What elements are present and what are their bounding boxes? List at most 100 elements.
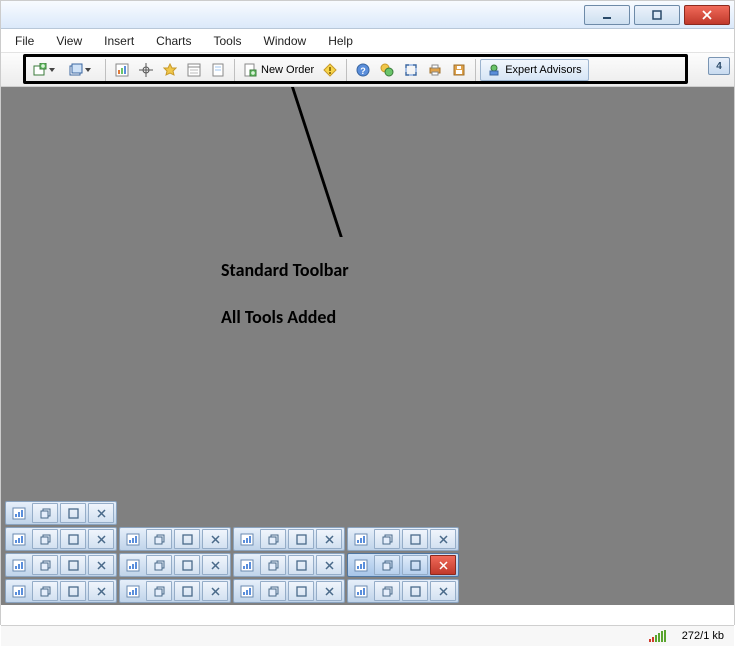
new-chart-button[interactable] <box>30 59 64 81</box>
restore-button[interactable] <box>146 529 172 549</box>
notifications-badge[interactable]: 4 <box>708 57 730 75</box>
menu-charts[interactable]: Charts <box>156 34 191 48</box>
restore-button[interactable] <box>146 555 172 575</box>
restore-button[interactable] <box>374 555 400 575</box>
close-button[interactable] <box>316 555 342 575</box>
print-icon <box>428 63 442 77</box>
alert-button[interactable] <box>319 59 341 81</box>
menu-window[interactable]: Window <box>264 34 307 48</box>
menu-tools[interactable]: Tools <box>214 34 242 48</box>
minimized-chart-window[interactable] <box>5 553 117 577</box>
save-button[interactable] <box>448 59 470 81</box>
favorites-icon <box>163 63 177 77</box>
annotation-text: Standard Toolbar All Tools Added <box>221 247 349 341</box>
navigator-button[interactable] <box>207 59 229 81</box>
new-order-label: New Order <box>261 64 314 76</box>
profiles-button[interactable] <box>66 59 100 81</box>
restore-button[interactable] <box>32 529 58 549</box>
close-button[interactable] <box>316 529 342 549</box>
restore-button[interactable] <box>260 581 286 601</box>
help-button[interactable]: ? <box>352 59 374 81</box>
maximize-button[interactable] <box>402 581 428 601</box>
maximize-button[interactable] <box>174 529 200 549</box>
restore-button[interactable] <box>32 555 58 575</box>
minimized-chart-window[interactable] <box>347 579 459 603</box>
menu-insert[interactable]: Insert <box>104 34 134 48</box>
market-watch-button[interactable] <box>111 59 133 81</box>
minimized-chart-window[interactable] <box>233 527 345 551</box>
close-button[interactable] <box>88 503 114 523</box>
maximize-button[interactable] <box>402 529 428 549</box>
restore-button[interactable] <box>260 555 286 575</box>
maximize-button[interactable] <box>402 555 428 575</box>
menu-help[interactable]: Help <box>328 34 353 48</box>
auto-trading-button[interactable] <box>376 59 398 81</box>
close-button[interactable] <box>88 529 114 549</box>
auto-trading-icon <box>380 63 394 77</box>
save-icon <box>452 63 466 77</box>
connection-icon <box>649 630 666 642</box>
minimized-chart-window[interactable] <box>233 579 345 603</box>
dropdown-icon <box>49 68 55 72</box>
maximize-button[interactable] <box>60 529 86 549</box>
menu-view[interactable]: View <box>56 34 82 48</box>
minimized-chart-window[interactable] <box>5 527 117 551</box>
maximize-button[interactable] <box>174 581 200 601</box>
restore-button[interactable] <box>32 503 58 523</box>
chart-window-icon <box>351 581 371 601</box>
data-window-icon <box>187 63 201 77</box>
toolbar-separator <box>234 59 235 81</box>
window-minimize-button[interactable] <box>584 5 630 25</box>
minimized-chart-window[interactable] <box>119 527 231 551</box>
minimized-chart-window[interactable] <box>5 501 117 525</box>
close-button[interactable] <box>316 581 342 601</box>
data-window-button[interactable] <box>183 59 205 81</box>
maximize-button[interactable] <box>174 555 200 575</box>
close-button[interactable] <box>430 555 456 575</box>
restore-button[interactable] <box>374 581 400 601</box>
maximize-button[interactable] <box>60 503 86 523</box>
minimized-chart-window[interactable] <box>233 553 345 577</box>
chart-window-icon <box>237 581 257 601</box>
minimized-chart-window[interactable] <box>5 579 117 603</box>
fullscreen-button[interactable] <box>400 59 422 81</box>
close-button[interactable] <box>430 529 456 549</box>
expert-advisors-button[interactable]: Expert Advisors <box>480 59 588 81</box>
restore-button[interactable] <box>374 529 400 549</box>
maximize-button[interactable] <box>288 529 314 549</box>
close-button[interactable] <box>202 555 228 575</box>
close-button[interactable] <box>430 581 456 601</box>
minimized-chart-window[interactable] <box>119 579 231 603</box>
menu-bar: File View Insert Charts Tools Window Hel… <box>1 29 734 53</box>
new-order-button[interactable]: New Order <box>239 59 318 81</box>
expert-advisors-label: Expert Advisors <box>505 64 581 76</box>
chart-window-icon <box>9 555 29 575</box>
market-watch-icon <box>115 63 129 77</box>
maximize-button[interactable] <box>288 581 314 601</box>
close-button[interactable] <box>88 555 114 575</box>
alert-icon <box>323 63 337 77</box>
restore-button[interactable] <box>146 581 172 601</box>
print-button[interactable] <box>424 59 446 81</box>
workspace-area: 4 Standard Toolbar All Tools Added <box>1 87 734 605</box>
minimized-chart-window[interactable] <box>347 527 459 551</box>
close-button[interactable] <box>88 581 114 601</box>
close-button[interactable] <box>202 581 228 601</box>
maximize-button[interactable] <box>288 555 314 575</box>
window-maximize-button[interactable] <box>634 5 680 25</box>
traffic-label: 272/1 kb <box>682 630 724 642</box>
annotation-line <box>291 87 343 237</box>
annotation-line1: Standard Toolbar <box>221 247 349 294</box>
restore-button[interactable] <box>260 529 286 549</box>
annotation-line2: All Tools Added <box>221 294 349 341</box>
maximize-button[interactable] <box>60 581 86 601</box>
window-close-button[interactable] <box>684 5 730 25</box>
minimized-chart-window[interactable] <box>119 553 231 577</box>
favorites-button[interactable] <box>159 59 181 81</box>
maximize-button[interactable] <box>60 555 86 575</box>
restore-button[interactable] <box>32 581 58 601</box>
menu-file[interactable]: File <box>15 34 34 48</box>
crosshair-button[interactable] <box>135 59 157 81</box>
minimized-chart-window[interactable] <box>347 553 459 577</box>
close-button[interactable] <box>202 529 228 549</box>
